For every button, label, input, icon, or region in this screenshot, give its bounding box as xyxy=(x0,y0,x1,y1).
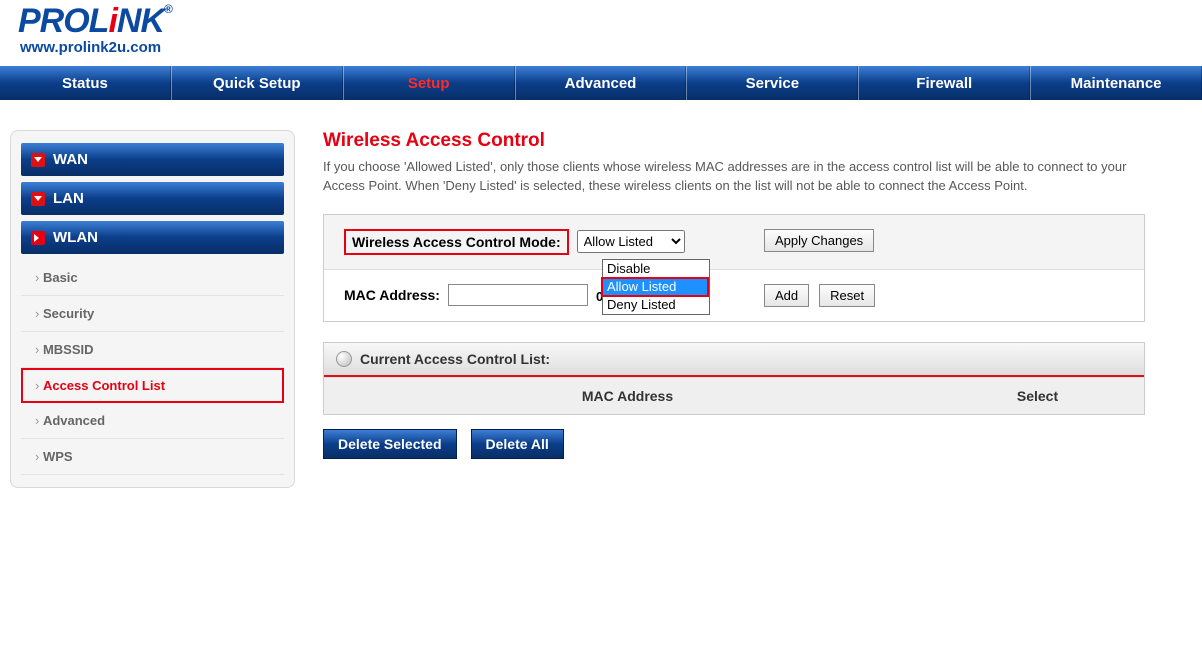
mac-row: MAC Address: 00E086710502) Add Reset xyxy=(324,270,1144,321)
sidebar-sub-basic[interactable]: Basic xyxy=(21,260,284,296)
sidebar-item-lan[interactable]: LAN xyxy=(21,182,284,215)
tab-setup[interactable]: Setup xyxy=(343,66,515,100)
mode-option-deny[interactable]: Deny Listed xyxy=(603,296,709,314)
add-button[interactable]: Add xyxy=(764,284,809,307)
acl-list-panel: Current Access Control List: MAC Address… xyxy=(323,342,1145,415)
mode-select[interactable]: Allow Listed xyxy=(577,230,685,253)
mode-option-disable[interactable]: Disable xyxy=(603,260,709,278)
chevron-down-icon xyxy=(31,192,45,206)
delete-selected-button[interactable]: Delete Selected xyxy=(323,429,457,459)
mode-dropdown-list: Disable Allow Listed Deny Listed xyxy=(602,259,710,315)
acl-table-head: MAC Address Select xyxy=(324,377,1144,414)
chevron-down-icon xyxy=(31,153,45,167)
sidebar-sub-wps[interactable]: WPS xyxy=(21,439,284,475)
sidebar-sub-mbssid[interactable]: MBSSID xyxy=(21,332,284,368)
gear-icon xyxy=(336,351,352,367)
mode-option-allow[interactable]: Allow Listed xyxy=(603,278,709,296)
tab-status[interactable]: Status xyxy=(0,66,171,100)
sidebar: WAN LAN WLAN Basic Security MBSSID Acces… xyxy=(10,130,295,488)
sidebar-item-label: WAN xyxy=(53,151,88,168)
col-select: Select xyxy=(931,378,1144,414)
sidebar-sub-advanced[interactable]: Advanced xyxy=(21,403,284,439)
brand-url: www.prolink2u.com xyxy=(18,39,1202,56)
mac-label: MAC Address: xyxy=(344,287,440,303)
mode-row: Wireless Access Control Mode: Allow List… xyxy=(324,215,1144,270)
settings-panel: Wireless Access Control Mode: Allow List… xyxy=(323,214,1145,322)
main-content: Wireless Access Control If you choose 'A… xyxy=(295,130,1165,488)
tab-maintenance[interactable]: Maintenance xyxy=(1030,66,1202,100)
mac-input[interactable] xyxy=(448,284,588,306)
tab-quick-setup[interactable]: Quick Setup xyxy=(171,66,343,100)
mode-label: Wireless Access Control Mode: xyxy=(344,229,569,255)
sidebar-item-label: WLAN xyxy=(53,229,98,246)
acl-list-title: Current Access Control List: xyxy=(360,351,550,367)
tab-firewall[interactable]: Firewall xyxy=(858,66,1030,100)
sidebar-item-wan[interactable]: WAN xyxy=(21,143,284,176)
sidebar-item-wlan[interactable]: WLAN xyxy=(21,221,284,254)
sidebar-sub-security[interactable]: Security xyxy=(21,296,284,332)
chevron-right-icon xyxy=(31,231,45,245)
logo-area: PROLiNK® www.prolink2u.com xyxy=(0,0,1202,56)
acl-list-header: Current Access Control List: xyxy=(324,343,1144,377)
apply-changes-button[interactable]: Apply Changes xyxy=(764,229,874,252)
top-nav: Status Quick Setup Setup Advanced Servic… xyxy=(0,66,1202,100)
tab-service[interactable]: Service xyxy=(686,66,858,100)
page-title: Wireless Access Control xyxy=(323,130,1145,152)
col-mac: MAC Address xyxy=(324,378,931,414)
sidebar-sub-acl[interactable]: Access Control List xyxy=(21,368,284,403)
tab-advanced[interactable]: Advanced xyxy=(515,66,687,100)
page-description: If you choose 'Allowed Listed', only tho… xyxy=(323,158,1145,196)
action-row: Delete Selected Delete All xyxy=(323,429,1145,459)
sidebar-item-label: LAN xyxy=(53,190,84,207)
reset-button[interactable]: Reset xyxy=(819,284,875,307)
brand-logo: PROLiNK® xyxy=(18,2,1202,41)
delete-all-button[interactable]: Delete All xyxy=(471,429,564,459)
